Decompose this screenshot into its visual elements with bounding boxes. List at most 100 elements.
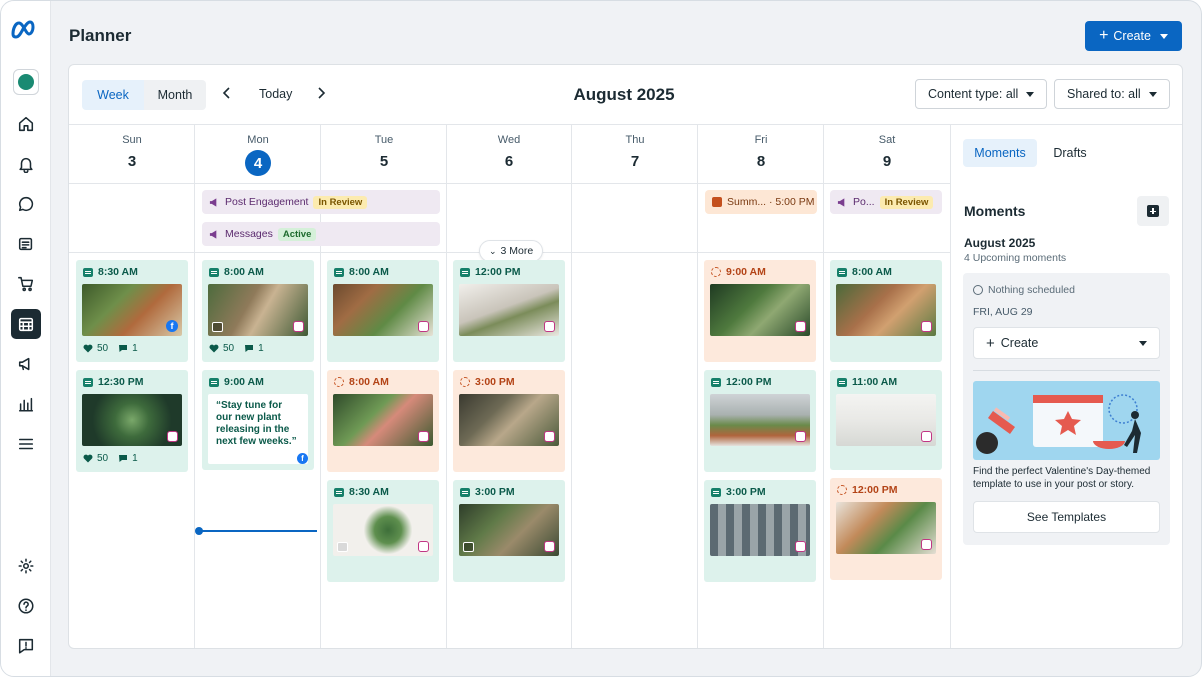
instagram-icon — [795, 431, 806, 442]
post-type-icon — [209, 377, 219, 387]
post-thumbnail — [836, 394, 936, 446]
post-thumbnail: f — [82, 284, 182, 336]
moments-side-panel: Moments Drafts Moments August 2025 4 Upc… — [950, 125, 1182, 648]
status-badge: In Review — [313, 195, 368, 209]
moment-card: Nothing scheduled FRI, AUG 29 + Create F… — [963, 273, 1170, 545]
campaign-banner-post-engagement[interactable]: Post Engagement In Review — [202, 190, 440, 214]
clock-icon — [973, 285, 983, 295]
bell-icon[interactable] — [14, 152, 38, 176]
shared-to-dropdown[interactable]: Shared to: all — [1054, 79, 1170, 109]
account-avatar[interactable] — [13, 69, 39, 95]
moment-create-dropdown[interactable]: + Create — [973, 327, 1160, 359]
feedback-icon[interactable] — [14, 634, 38, 658]
heart-icon — [83, 454, 93, 463]
tab-drafts[interactable]: Drafts — [1043, 139, 1097, 167]
day-number[interactable]: 3 — [69, 153, 195, 170]
scheduled-draft-icon — [837, 485, 847, 495]
post-card[interactable]: 12:00 PM — [704, 370, 816, 472]
month-view-toggle[interactable]: Month — [144, 80, 206, 110]
post-thumbnail — [710, 504, 810, 556]
post-card[interactable]: 9:00 AM — [704, 260, 816, 362]
create-button[interactable]: + Create — [1085, 21, 1182, 51]
instagram-icon — [921, 539, 932, 550]
week-view-toggle[interactable]: Week — [82, 80, 144, 110]
instagram-icon — [293, 321, 304, 332]
next-week-chevron-icon[interactable] — [313, 85, 329, 101]
moments-title: Moments — [964, 203, 1026, 219]
settings-gear-icon[interactable] — [14, 554, 38, 578]
day-number[interactable]: 7 — [572, 153, 698, 170]
post-card[interactable]: 8:00 AM — [327, 260, 439, 362]
tab-moments[interactable]: Moments — [963, 139, 1037, 167]
chat-bubble-icon[interactable] — [14, 192, 38, 216]
facebook-icon: f — [297, 453, 308, 464]
banner-label: Po... — [853, 196, 875, 208]
day-number-today[interactable]: 4 — [245, 150, 271, 176]
post-type-icon — [837, 267, 847, 277]
help-icon[interactable] — [14, 594, 38, 618]
day-number[interactable]: 6 — [446, 153, 572, 170]
post-card[interactable]: 12:30 PM 50 1 — [76, 370, 188, 472]
content-type-label: Content type: all — [928, 87, 1019, 101]
post-card[interactable]: 8:30 AM f 50 1 — [76, 260, 188, 362]
post-time: 8:00 AM — [349, 376, 389, 388]
post-card[interactable]: 8:30 AM — [327, 480, 439, 582]
instagram-icon — [544, 541, 555, 552]
instagram-icon — [921, 321, 932, 332]
post-card[interactable]: 3:00 PM — [453, 480, 565, 582]
post-thumbnail — [333, 504, 433, 556]
planner-calendar-icon[interactable] — [11, 309, 41, 339]
caret-down-icon — [1159, 33, 1168, 39]
caret-down-icon — [1148, 91, 1157, 97]
post-card[interactable]: 8:00 AM — [830, 260, 942, 362]
instagram-icon — [418, 541, 429, 552]
post-time: 3:00 PM — [475, 376, 515, 388]
post-card[interactable]: 8:00 AM — [327, 370, 439, 472]
meta-logo[interactable] — [10, 19, 42, 41]
content-type-dropdown[interactable]: Content type: all — [915, 79, 1048, 109]
previous-week-chevron-icon[interactable] — [219, 85, 235, 101]
see-templates-button[interactable]: See Templates — [973, 501, 1160, 533]
post-card[interactable]: 9:00 AM “Stay tune for our new plant rel… — [202, 370, 314, 470]
add-moment-button[interactable] — [1137, 196, 1169, 226]
campaign-banner-sat[interactable]: Po... In Review — [830, 190, 942, 214]
banner-label: Messages — [225, 228, 273, 240]
post-time: 8:30 AM — [349, 486, 389, 498]
comment-icon — [245, 345, 254, 352]
post-card[interactable]: 11:00 AM — [830, 370, 942, 470]
post-card[interactable]: 8:00 AM 50 1 — [202, 260, 314, 362]
post-type-icon — [209, 267, 219, 277]
post-thumbnail — [836, 284, 936, 336]
week-calendar-grid: Sun 3 Mon 4 Tue 5 Wed 6 Thu 7 Fri 8 Sat 9 — [69, 125, 950, 648]
megaphone-icon[interactable] — [14, 352, 38, 376]
day-number[interactable]: 8 — [698, 153, 824, 170]
day-name: Tue — [374, 134, 394, 146]
menu-icon[interactable] — [14, 432, 38, 456]
instagram-icon — [544, 321, 555, 332]
post-card[interactable]: 12:00 PM — [830, 478, 942, 580]
post-type-icon — [334, 267, 344, 277]
instagram-icon — [921, 431, 932, 442]
insights-bar-chart-icon[interactable] — [14, 392, 38, 416]
day-name: Sat — [878, 134, 896, 146]
plus-icon: + — [986, 334, 995, 352]
post-card[interactable]: 12:00 PM — [453, 260, 565, 362]
status-badge: Active — [277, 227, 317, 241]
show-more-button[interactable]: ⌄ 3 More — [479, 240, 544, 262]
post-thumbnail — [836, 502, 936, 554]
caret-down-icon — [1026, 91, 1035, 97]
day-number[interactable]: 5 — [321, 153, 447, 170]
upcoming-moments-count: 4 Upcoming moments — [964, 252, 1067, 264]
moment-banner-summer[interactable]: Summ... · 5:00 PM — [705, 190, 817, 214]
campaign-banner-messages[interactable]: Messages Active — [202, 222, 440, 246]
home-icon[interactable] — [14, 112, 38, 136]
post-card[interactable]: 3:00 PM — [704, 480, 816, 582]
day-number[interactable]: 9 — [824, 153, 950, 170]
page-title: Planner — [69, 26, 132, 45]
content-library-icon[interactable] — [14, 232, 38, 256]
today-button[interactable]: Today — [259, 87, 292, 101]
shopping-cart-icon[interactable] — [14, 272, 38, 296]
banner-label: Summ... · 5:00 PM — [727, 196, 815, 208]
post-time: 12:30 PM — [98, 376, 144, 388]
post-card[interactable]: 3:00 PM — [453, 370, 565, 472]
